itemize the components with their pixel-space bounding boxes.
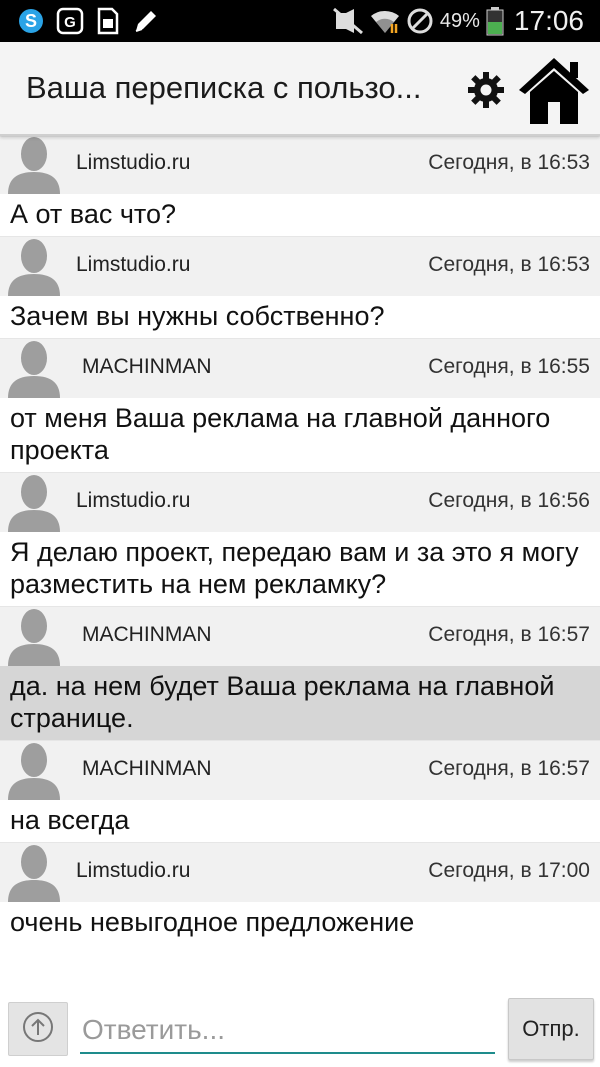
message-header: Limstudio.ru Сегодня, в 16:56 — [0, 472, 600, 532]
reply-input[interactable] — [80, 1008, 495, 1054]
message-header: MACHINMAN Сегодня, в 16:57 — [0, 606, 600, 666]
avatar-icon[interactable] — [6, 136, 62, 194]
message-header: MACHINMAN Сегодня, в 16:57 — [0, 740, 600, 800]
pencil-icon — [132, 7, 160, 35]
avatar-icon[interactable] — [6, 606, 62, 666]
message-header: MACHINMAN Сегодня, в 16:55 — [0, 338, 600, 398]
message-time: Сегодня, в 16:53 — [428, 253, 590, 276]
reply-bar: Отпр. — [0, 990, 600, 1067]
wifi-icon — [370, 7, 400, 35]
message-item[interactable]: Limstudio.ru Сегодня, в 16:53 Зачем вы нуж… — [0, 236, 600, 338]
sender-name[interactable]: MACHINMAN — [82, 757, 212, 781]
avatar-icon[interactable] — [6, 472, 62, 532]
avatar-icon[interactable] — [6, 236, 62, 296]
send-button[interactable]: Отпр. — [508, 998, 594, 1060]
message-time: Сегодня, в 16:57 — [428, 623, 590, 646]
battery-icon — [486, 6, 504, 36]
status-bar: S G 49% 17:06 — [0, 0, 600, 42]
message-item[interactable]: MACHINMAN Сегодня, в 16:57 на всегда — [0, 740, 600, 842]
sender-name[interactable]: Limstudio.ru — [76, 859, 190, 883]
attach-button[interactable] — [8, 1002, 68, 1056]
status-time: 17:06 — [513, 5, 584, 36]
svg-text:S: S — [25, 11, 37, 31]
message-item[interactable]: MACHINMAN Сегодня, в 16:55 от меня Ваша ре… — [0, 338, 600, 472]
message-item[interactable]: Limstudio.ru Сегодня, в 16:53 А от вас что… — [0, 136, 600, 236]
message-item[interactable]: MACHINMAN Сегодня, в 16:57 да. на нем буде… — [0, 606, 600, 740]
message-time: Сегодня, в 17:00 — [428, 859, 590, 882]
message-time: Сегодня, в 16:53 — [428, 151, 590, 174]
message-header: Limstudio.ru Сегодня, в 17:00 — [0, 842, 600, 902]
battery-percent: 49% — [439, 9, 480, 32]
message-time: Сегодня, в 16:56 — [428, 489, 590, 512]
sender-name[interactable]: Limstudio.ru — [76, 151, 190, 175]
settings-gear-icon[interactable] — [466, 70, 506, 110]
sim-card-icon — [96, 7, 120, 35]
no-sync-icon — [406, 7, 434, 35]
skype-icon: S — [18, 8, 44, 34]
page-title: Ваша переписка с пользо... — [26, 70, 422, 105]
svg-text:G: G — [64, 14, 76, 31]
message-item[interactable]: Limstudio.ru Сегодня, в 16:56 Я делаю прое… — [0, 472, 600, 606]
sender-name[interactable]: MACHINMAN — [82, 355, 212, 379]
message-time: Сегодня, в 16:55 — [428, 355, 590, 378]
avatar-icon[interactable] — [6, 842, 62, 902]
sender-name[interactable]: Limstudio.ru — [76, 489, 190, 513]
status-bar-system: 49% 17:06 — [332, 5, 600, 37]
message-time: Сегодня, в 16:57 — [428, 757, 590, 780]
cyanogen-icon: G — [56, 7, 84, 35]
message-header: Limstudio.ru Сегодня, в 16:53 — [0, 236, 600, 296]
message-text: Я делаю проект, передаю вам и за это я м… — [0, 532, 600, 606]
avatar-icon[interactable] — [6, 740, 62, 800]
message-list[interactable]: Limstudio.ru Сегодня, в 16:53 А от вас что… — [0, 136, 600, 990]
message-text: да. на нем будет Ваша реклама на главной… — [0, 666, 600, 740]
message-header: Limstudio.ru Сегодня, в 16:53 — [0, 136, 600, 194]
status-bar-notifications: S G — [0, 7, 160, 35]
message-text: на всегда — [0, 800, 600, 842]
mute-icon — [332, 7, 364, 35]
message-item[interactable]: Limstudio.ru Сегодня, в 17:00 очень невыго… — [0, 842, 600, 944]
sender-name[interactable]: MACHINMAN — [82, 623, 212, 647]
message-text: А от вас что? — [0, 194, 600, 236]
avatar-icon[interactable] — [6, 338, 62, 398]
app-header: Ваша переписка с пользо... — [0, 42, 600, 136]
message-text: от меня Ваша реклама на главной данного … — [0, 398, 600, 472]
message-text: очень невыгодное предложение — [0, 902, 600, 944]
upload-arrow-icon — [21, 1010, 55, 1049]
message-text: Зачем вы нужны собственно? — [0, 296, 600, 338]
sender-name[interactable]: Limstudio.ru — [76, 253, 190, 277]
home-icon[interactable] — [516, 54, 592, 126]
